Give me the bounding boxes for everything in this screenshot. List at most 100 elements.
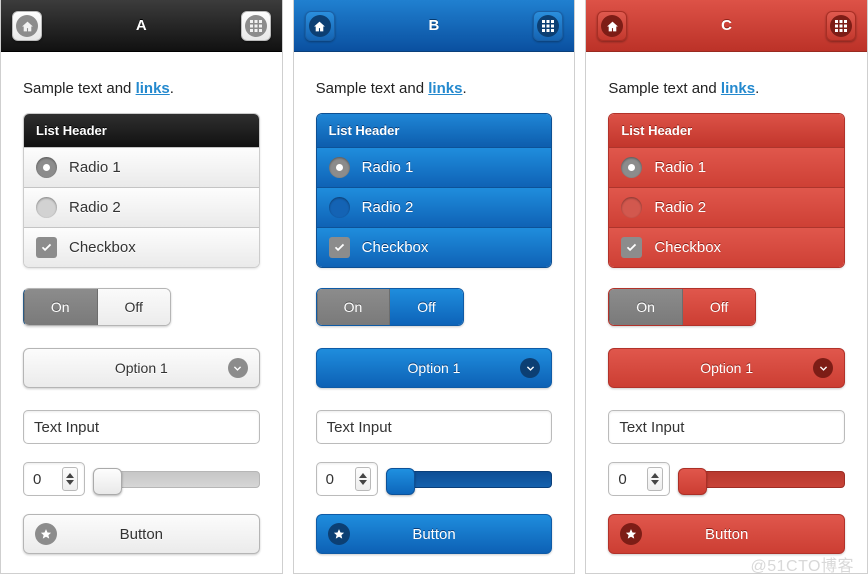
toggle-option-on[interactable]: On	[609, 289, 683, 325]
select-dropdown-a[interactable]: Option 1	[23, 348, 260, 388]
spinner-arrows[interactable]	[62, 467, 78, 491]
sample-text-a: Sample text and links.	[23, 80, 260, 97]
spinner-arrows[interactable]	[354, 467, 371, 491]
radio-selected-icon[interactable]	[621, 157, 643, 178]
star-icon	[327, 523, 350, 545]
sample-text-suffix: .	[462, 80, 467, 97]
radio-unselected-icon[interactable]	[621, 197, 643, 218]
list-b: List Header Radio 1 Radio 2 Checkbox	[315, 113, 553, 268]
check-icon[interactable]	[328, 237, 350, 258]
radio-selected-icon[interactable]	[328, 157, 350, 178]
sample-link[interactable]: links	[136, 80, 170, 97]
list-item-radio-2[interactable]: Radio 2	[316, 187, 552, 227]
sample-link[interactable]: links	[721, 80, 755, 97]
on-off-toggle-a[interactable]: On Off	[23, 288, 171, 326]
select-dropdown-b[interactable]: Option 1	[315, 348, 553, 388]
theme-panel-a: A Sample text and links. List Header Rad…	[0, 0, 283, 574]
sample-text-prefix: Sample text and	[608, 80, 721, 97]
on-off-toggle-b[interactable]: On Off	[315, 288, 464, 326]
text-input-a[interactable]: Text Input	[23, 410, 260, 444]
action-button-b[interactable]: Button	[315, 514, 553, 554]
triangle-up-icon[interactable]	[358, 473, 367, 478]
slider-handle[interactable]	[678, 468, 708, 495]
triangle-up-icon[interactable]	[66, 473, 74, 478]
home-button-c[interactable]	[597, 11, 628, 41]
toggle-option-on[interactable]: On	[24, 289, 98, 325]
text-input-c[interactable]: Text Input	[608, 410, 846, 444]
spinner-value: 0	[33, 470, 42, 488]
toggle-option-off[interactable]: Off	[390, 289, 463, 325]
slider-handle[interactable]	[385, 468, 415, 495]
grid-button-b[interactable]	[533, 11, 564, 41]
grid-button-a[interactable]	[240, 11, 271, 41]
sample-text-prefix: Sample text and	[23, 80, 136, 97]
button-label: Button	[704, 525, 749, 543]
slider-a[interactable]	[93, 468, 260, 495]
panel-content-a: Sample text and links. List Header Radio…	[1, 52, 282, 554]
grid-button-c[interactable]	[826, 11, 857, 41]
triangle-down-icon[interactable]	[358, 480, 367, 485]
slider-b[interactable]	[385, 468, 553, 495]
number-spinner-c[interactable]: 0	[608, 462, 671, 496]
list-header: List Header	[316, 114, 552, 147]
slider-row-b: 0	[315, 462, 553, 496]
number-spinner-b[interactable]: 0	[315, 462, 378, 496]
list-item-checkbox[interactable]: Checkbox	[24, 227, 259, 267]
home-button-b[interactable]	[304, 11, 335, 41]
triangle-down-icon[interactable]	[66, 480, 74, 485]
screenshot-root: A Sample text and links. List Header Rad…	[0, 0, 868, 582]
list-item-checkbox[interactable]: Checkbox	[609, 227, 845, 267]
sample-text-suffix: .	[755, 80, 760, 97]
list-item-radio-1[interactable]: Radio 1	[24, 147, 259, 187]
action-button-a[interactable]: Button	[23, 514, 260, 554]
home-icon	[601, 15, 624, 37]
check-icon[interactable]	[36, 237, 57, 258]
sample-link[interactable]: links	[428, 80, 462, 97]
button-label: Button	[119, 525, 164, 543]
toggle-option-on[interactable]: On	[316, 289, 391, 325]
list-item-radio-2[interactable]: Radio 2	[609, 187, 845, 227]
select-value: Option 1	[700, 360, 754, 376]
toggle-option-off[interactable]: Off	[97, 289, 170, 325]
home-button-a[interactable]	[12, 11, 42, 41]
number-spinner-a[interactable]: 0	[23, 462, 85, 496]
slider-handle[interactable]	[93, 468, 122, 495]
list-item-label: Checkbox	[654, 239, 722, 256]
on-off-toggle-c[interactable]: On Off	[608, 288, 757, 326]
list-item-label: Radio 1	[69, 159, 121, 176]
panel-content-c: Sample text and links. List Header Radio…	[586, 52, 867, 554]
radio-unselected-icon[interactable]	[328, 197, 350, 218]
grid-icon	[830, 15, 853, 37]
radio-unselected-icon[interactable]	[36, 197, 57, 218]
header-bar-c: C	[586, 0, 868, 52]
check-icon[interactable]	[621, 237, 643, 258]
chevron-down-icon	[227, 358, 248, 378]
select-value: Option 1	[407, 360, 461, 376]
sample-text-prefix: Sample text and	[315, 80, 429, 97]
spinner-value: 0	[618, 470, 627, 488]
list-c: List Header Radio 1 Radio 2 Checkbox	[608, 113, 846, 268]
star-icon	[35, 523, 57, 545]
chevron-down-icon	[520, 358, 541, 378]
panel-content-b: Sample text and links. List Header Radio…	[294, 52, 575, 554]
list-item-label: Radio 2	[69, 199, 121, 216]
header-bar-b: B	[293, 0, 575, 52]
spinner-arrows[interactable]	[647, 467, 664, 491]
triangle-up-icon[interactable]	[651, 473, 660, 478]
list-item-label: Checkbox	[69, 239, 136, 256]
spinner-value: 0	[325, 470, 335, 488]
radio-selected-icon[interactable]	[36, 157, 57, 178]
list-item-radio-1[interactable]: Radio 1	[609, 147, 845, 187]
sample-text-suffix: .	[169, 80, 174, 97]
list-item-checkbox[interactable]: Checkbox	[316, 227, 552, 267]
list-item-radio-2[interactable]: Radio 2	[24, 187, 259, 227]
action-button-c[interactable]: Button	[608, 514, 846, 554]
slider-c[interactable]	[678, 468, 846, 495]
text-input-b[interactable]: Text Input	[315, 410, 553, 444]
list-item-label: Radio 1	[654, 159, 707, 176]
toggle-option-off[interactable]: Off	[682, 289, 756, 325]
select-dropdown-c[interactable]: Option 1	[608, 348, 846, 388]
grid-icon	[537, 15, 560, 37]
list-item-radio-1[interactable]: Radio 1	[316, 147, 552, 187]
triangle-down-icon[interactable]	[651, 480, 660, 485]
